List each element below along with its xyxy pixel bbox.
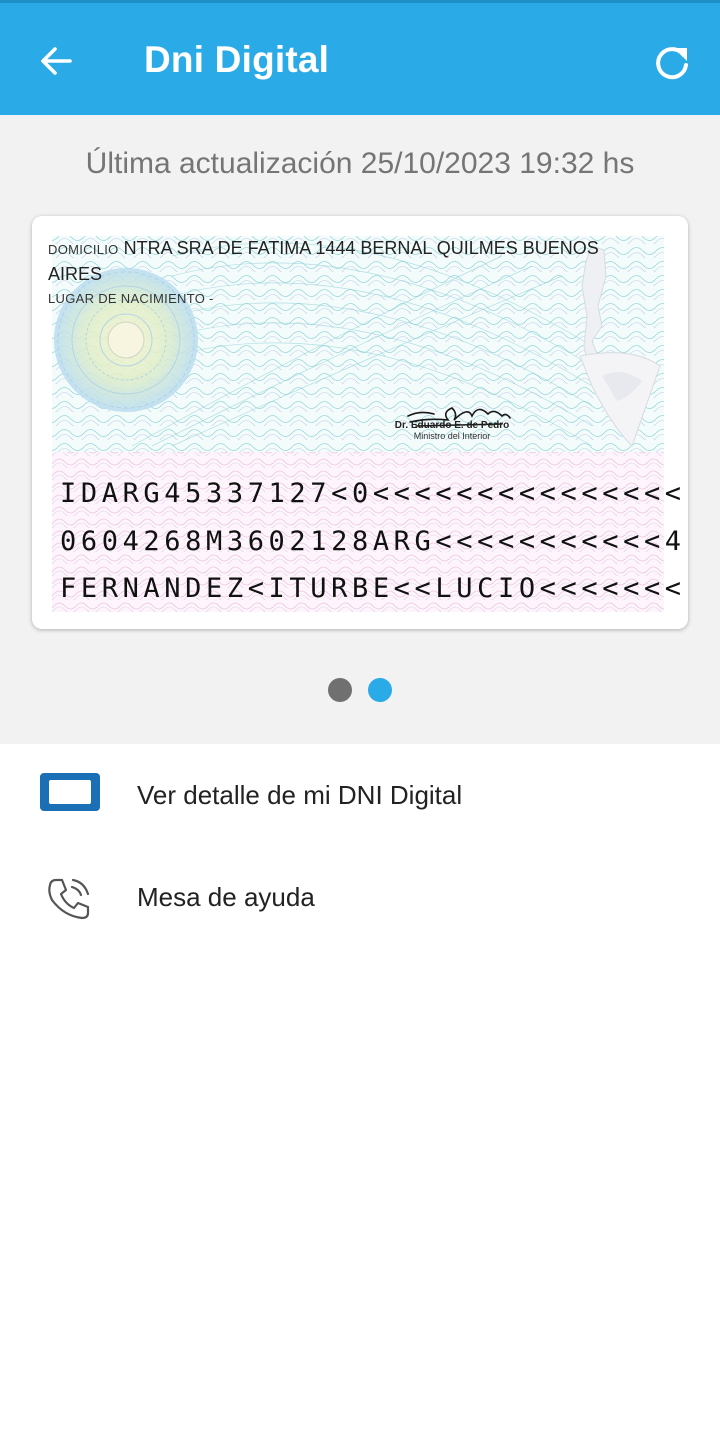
page-title: Dni Digital (144, 39, 330, 80)
help-desk-label: Mesa de ayuda (137, 882, 315, 912)
birthplace-field: LUGAR DE NACIMIENTO - (48, 291, 214, 306)
phone-icon (48, 878, 90, 920)
arrow-left-icon[interactable] (36, 41, 76, 81)
address-label: DOMICILIO (48, 242, 119, 257)
mrz-line-2: 0604268M3602128ARG<<<<<<<<<<<4 (60, 526, 686, 557)
signature-title: Ministro del Interior (413, 431, 491, 441)
carousel-dot-1[interactable] (328, 678, 352, 702)
view-dni-detail-item[interactable]: Ver detalle de mi DNI Digital (0, 750, 720, 840)
id-card-icon (40, 773, 100, 811)
view-dni-detail-label: Ver detalle de mi DNI Digital (137, 780, 463, 810)
address-value: NTRA SRA DE FATIMA 1444 BERNAL QUILMES B… (48, 238, 599, 284)
carousel-dot-2-active[interactable] (368, 678, 392, 702)
mrz-line-3: FERNANDEZ<ITURBE<<LUCIO<<<<<<< (60, 573, 686, 604)
dni-card-back[interactable]: DOMICILIO NTRA SRA DE FATIMA 1444 BERNAL … (32, 216, 688, 629)
dni-viewer: Última actualización 25/10/2023 19:32 hs (0, 115, 720, 744)
mrz-line-1: IDARG45337127<0<<<<<<<<<<<<<<< (60, 478, 686, 509)
app-bar: Dni Digital (0, 0, 720, 115)
address-field: DOMICILIO NTRA SRA DE FATIMA 1444 BERNAL … (48, 236, 648, 286)
last-update-text: Última actualización 25/10/2023 19:32 hs (85, 147, 635, 180)
help-desk-item[interactable]: Mesa de ayuda (0, 852, 720, 942)
refresh-icon[interactable] (650, 41, 694, 85)
signature-name: Dr. Eduardo E. de Pedro (394, 420, 510, 431)
